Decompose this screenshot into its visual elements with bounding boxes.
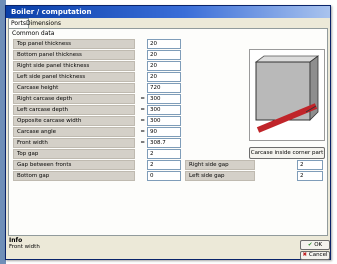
info-title: Info [9, 237, 23, 244]
carcase-angle-input[interactable]: 90 [147, 127, 181, 137]
field-row: Left carcase depth = 300 [11, 105, 191, 116]
field-row: Top panel thickness 20 [11, 39, 191, 50]
field-row: Front width = 308.7 [11, 138, 191, 149]
front-width-input[interactable]: 308.7 [147, 138, 181, 148]
field-label: Right carcase depth [13, 94, 135, 104]
right-side-gap-input[interactable]: 2 [297, 160, 323, 170]
top-panel-thickness-input[interactable]: 20 [147, 39, 181, 49]
field-label: Right side panel thickness [13, 61, 135, 71]
field-label: Carcase height [13, 83, 135, 93]
section-title: Common data [12, 30, 55, 37]
check-icon: ✔ [307, 242, 313, 248]
field-row: Left side panel thickness 20 [11, 72, 191, 83]
field-row: Right carcase depth = 300 [11, 94, 191, 105]
field-row: Gap between fronts 2 [11, 160, 191, 171]
gap-between-fronts-input[interactable]: 2 [147, 160, 181, 170]
field-label: Opposite carcase width [13, 116, 135, 126]
info-text: Front width [9, 244, 40, 250]
left-side-gap-input[interactable]: 2 [297, 171, 323, 181]
field-prefix: = [140, 96, 145, 102]
opposite-carcase-width-input[interactable]: 300 [147, 116, 181, 126]
cancel-button-label: Cancel [308, 252, 328, 258]
carcase-preview-image [249, 49, 325, 141]
bottom-gap-input[interactable]: 0 [147, 171, 181, 181]
field-row: Bottom panel thickness 20 [11, 50, 191, 61]
cross-icon: ✖ [302, 252, 308, 258]
field-prefix: = [140, 129, 145, 135]
carcase-drawing [254, 55, 320, 133]
ok-button-label: OK [314, 242, 323, 248]
field-prefix: = [140, 118, 145, 124]
ok-button[interactable]: ✔ OK [300, 240, 330, 250]
dialog-window: Boiler / computation Ports Dimensions Co… [5, 5, 331, 260]
title-bar[interactable]: Boiler / computation [6, 6, 330, 18]
carcase-height-input[interactable]: 720 [147, 83, 181, 93]
tab-dimensions[interactable]: Dimensions [24, 19, 63, 28]
field-prefix: = [140, 140, 145, 146]
field-label: Top gap [13, 149, 135, 159]
field-label: Left carcase depth [13, 105, 135, 115]
bottom-panel-thickness-input[interactable]: 20 [147, 50, 181, 60]
field-row: Opposite carcase width = 300 [11, 116, 191, 127]
right-side-gap-label: Right side gap [185, 160, 255, 170]
left-carcase-depth-input[interactable]: 300 [147, 105, 181, 115]
top-gap-input[interactable]: 2 [147, 149, 181, 159]
field-label: Left side panel thickness [13, 72, 135, 82]
left-side-panel-thickness-input[interactable]: 20 [147, 72, 181, 82]
field-label: Top panel thickness [13, 39, 135, 49]
field-row: Bottom gap 0 [11, 171, 191, 182]
field-row: Top gap 2 [11, 149, 191, 160]
field-label: Bottom panel thickness [13, 50, 135, 60]
tab-panel: Common data Top panel thickness 20 Botto… [8, 28, 328, 236]
right-carcase-depth-input[interactable]: 300 [147, 94, 181, 104]
field-row: Carcase angle = 90 [11, 127, 191, 138]
field-row: Right side panel thickness 20 [11, 61, 191, 72]
carcase-top [254, 55, 320, 63]
field-label: Front width [13, 138, 135, 148]
info-group: Info Front width [8, 237, 295, 259]
right-side-panel-thickness-input[interactable]: 20 [147, 61, 181, 71]
field-row: Carcase height 720 [11, 83, 191, 94]
field-label: Carcase angle [13, 127, 135, 137]
left-side-gap-label: Left side gap [185, 171, 255, 181]
inside-corner-part-button[interactable]: Carcase inside corner part [249, 147, 325, 159]
field-prefix: = [140, 107, 145, 113]
cancel-button[interactable]: ✖ Cancel [300, 251, 330, 260]
field-label: Bottom gap [13, 171, 135, 181]
field-label: Gap between fronts [13, 160, 135, 170]
window-title: Boiler / computation [11, 8, 92, 16]
